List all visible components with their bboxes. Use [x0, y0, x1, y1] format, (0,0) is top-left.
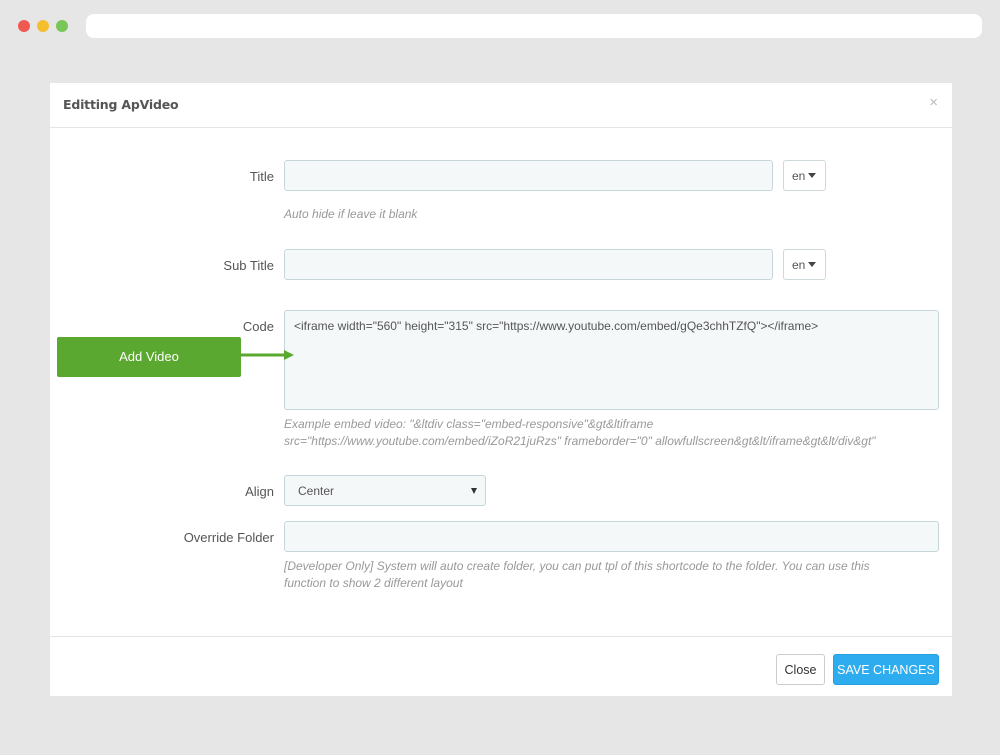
browser-chrome	[0, 0, 1000, 52]
add-video-callout: Add Video	[57, 337, 241, 377]
subtitle-language-label: en	[792, 257, 806, 272]
title-label: Title	[249, 169, 274, 184]
save-changes-button[interactable]: SAVE CHANGES	[833, 654, 939, 685]
caret-down-icon	[808, 172, 817, 178]
override-help-line-2: function to show 2 different layout	[284, 576, 463, 590]
code-label: Code	[242, 319, 274, 334]
caret-down-icon	[808, 261, 817, 267]
code-help-line-2: src="https://www.youtube.com/embed/iZoR2…	[284, 434, 876, 448]
title-language-label: en	[792, 168, 806, 183]
subtitle-label: Sub Title	[223, 258, 274, 273]
window-maximize-dot[interactable]	[56, 20, 68, 32]
code-help-line-1: Example embed video: "&ltdiv class="embe…	[284, 417, 654, 431]
callout-arrow-icon	[240, 350, 294, 360]
override-folder-label: Override Folder	[183, 530, 274, 545]
close-icon[interactable]: ×	[929, 95, 938, 110]
address-bar[interactable]	[86, 14, 982, 38]
title-language-dropdown[interactable]: en	[783, 160, 826, 191]
code-textarea[interactable]: <iframe width="560" height="315" src="ht…	[284, 310, 939, 410]
title-help-text: Auto hide if leave it blank	[284, 207, 418, 221]
select-arrow-icon	[471, 488, 477, 494]
modal-title: Editting ApVideo	[63, 97, 179, 112]
align-select[interactable]: Center	[284, 475, 486, 506]
code-help-text: Example embed video: "&ltdiv class="embe…	[284, 416, 944, 450]
window-minimize-dot[interactable]	[37, 20, 49, 32]
subtitle-language-dropdown[interactable]: en	[783, 249, 826, 280]
title-input[interactable]	[284, 160, 773, 191]
align-label: Align	[245, 484, 274, 499]
close-button[interactable]: Close	[776, 654, 825, 685]
override-folder-input[interactable]	[284, 521, 939, 552]
modal-footer: Close SAVE CHANGES	[50, 636, 952, 696]
window-close-dot[interactable]	[18, 20, 30, 32]
edit-video-modal: Editting ApVideo × Title en Auto hide if…	[50, 83, 952, 696]
modal-header: Editting ApVideo ×	[50, 83, 952, 128]
override-help-line-1: [Developer Only] System will auto create…	[284, 559, 870, 573]
align-selected-value: Center	[298, 484, 335, 498]
override-folder-help-text: [Developer Only] System will auto create…	[284, 558, 944, 592]
subtitle-input[interactable]	[284, 249, 773, 280]
